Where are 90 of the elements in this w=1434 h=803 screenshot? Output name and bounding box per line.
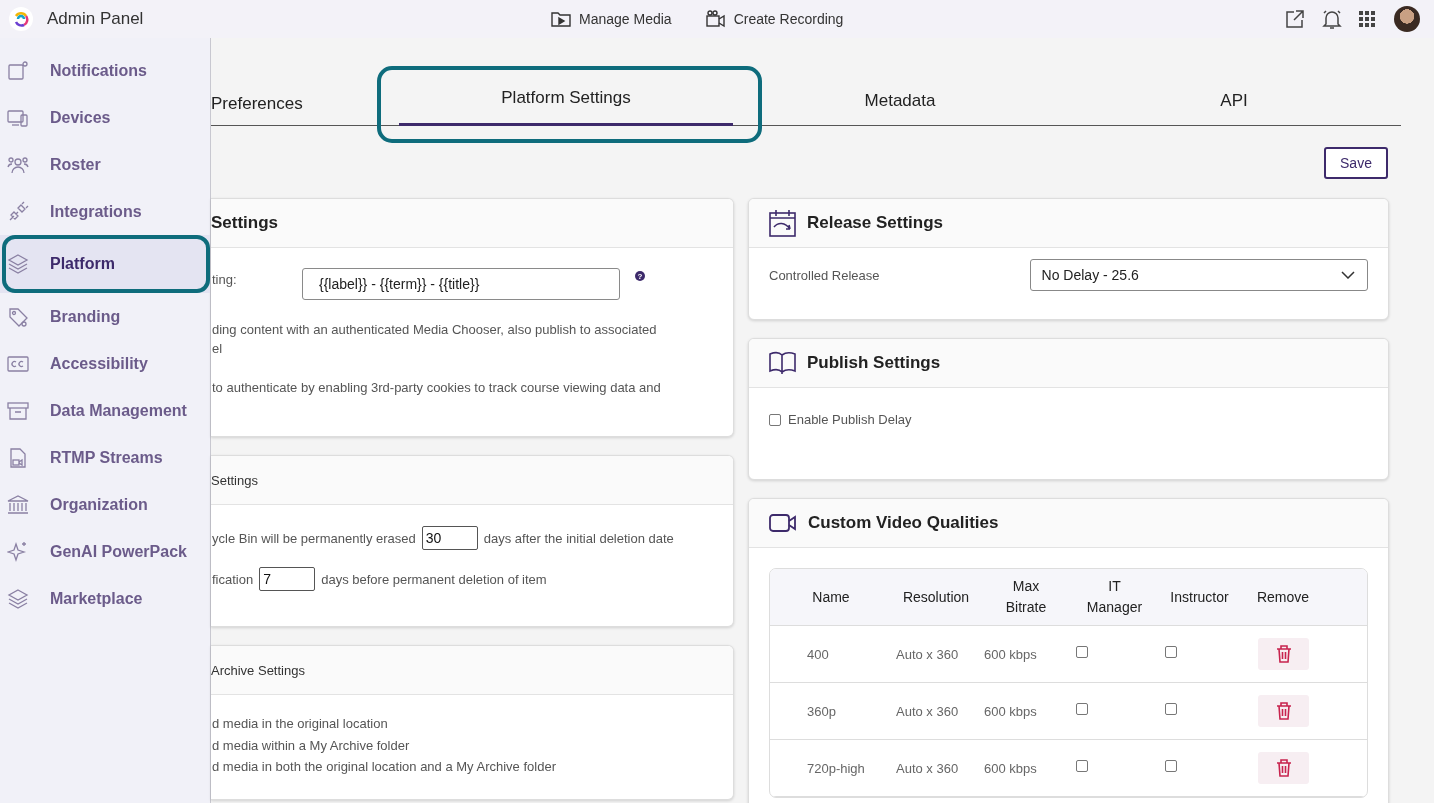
table-cell-text: 360p bbox=[806, 703, 837, 719]
layers-icon bbox=[7, 587, 29, 610]
column-header: Name bbox=[811, 587, 851, 607]
description-text: ding content with an authenticated Media Chooser, also publish to associated el bbox=[212, 321, 658, 358]
trash-icon bbox=[1275, 759, 1292, 777]
help-icon[interactable]: ? bbox=[635, 271, 645, 281]
tab[interactable]: Platform Settings bbox=[399, 80, 733, 126]
setting-text: ycle Bin will be permanently erased bbox=[212, 530, 416, 546]
chevron-down-icon bbox=[1341, 271, 1355, 279]
column-header: Max Bitrate bbox=[1004, 577, 1048, 617]
sidebar-item[interactable]: GenAI PowerPack bbox=[0, 528, 210, 575]
delete-button[interactable] bbox=[1258, 752, 1309, 784]
archive-box-icon bbox=[7, 399, 29, 422]
select-dropdown[interactable]: No Delay - 25.6 bbox=[1029, 259, 1368, 291]
sidebar-item[interactable]: Accessibility bbox=[0, 340, 210, 387]
setting-text: fication bbox=[212, 571, 254, 587]
app-title: Admin Panel bbox=[47, 9, 145, 29]
sidebar-item[interactable]: Roster bbox=[0, 141, 210, 188]
table-cell-text: 600 kbps bbox=[983, 646, 1038, 662]
table-cell-text: Auto x 360 bbox=[895, 703, 960, 719]
sidebar-item[interactable]: Branding bbox=[0, 293, 210, 340]
bank-icon bbox=[7, 493, 29, 516]
checkbox[interactable] bbox=[1076, 702, 1088, 715]
delete-button[interactable] bbox=[1258, 695, 1309, 727]
table-cell-text: 400 bbox=[806, 646, 830, 662]
file-camera-icon bbox=[7, 446, 29, 469]
checkbox[interactable] bbox=[1076, 645, 1088, 658]
layers-icon bbox=[7, 253, 29, 275]
user-avatar[interactable] bbox=[1394, 6, 1420, 32]
option-label: d media in both the original location and a My Archive folder bbox=[212, 758, 557, 776]
card-title: Publish Settings bbox=[807, 353, 941, 373]
number-field[interactable]: 7 bbox=[259, 567, 316, 591]
card-title: Settings bbox=[211, 472, 258, 488]
number-field[interactable]: 30 bbox=[421, 526, 478, 550]
video-camera-icon bbox=[769, 514, 797, 532]
card-title: Release Settings bbox=[807, 213, 944, 233]
tab[interactable]: Metadata bbox=[762, 80, 1038, 125]
sidebar-item[interactable]: Notifications bbox=[0, 47, 210, 94]
sidebar-item[interactable]: Marketplace bbox=[0, 575, 210, 622]
delete-button[interactable] bbox=[1258, 638, 1309, 670]
apps-grid-icon[interactable] bbox=[1359, 11, 1375, 27]
column-header: Remove bbox=[1255, 587, 1311, 607]
trash-icon bbox=[1275, 645, 1292, 663]
field-label: ting: bbox=[212, 271, 238, 287]
sidebar-item[interactable]: Organization bbox=[0, 481, 210, 528]
app-logo bbox=[9, 7, 33, 31]
calendar-icon bbox=[769, 209, 796, 237]
book-icon bbox=[769, 351, 796, 375]
table-cell-text: 600 kbps bbox=[983, 760, 1038, 776]
sidebar-item[interactable]: Integrations bbox=[0, 188, 210, 235]
sidebar-item[interactable]: Devices bbox=[0, 94, 210, 141]
column-header: Resolution bbox=[901, 587, 971, 607]
setting-text: days before permanent deletion of item bbox=[321, 571, 547, 587]
notification-icon bbox=[7, 59, 29, 82]
toolbar-link[interactable]: Create Recording bbox=[705, 10, 844, 28]
card-title: Settings bbox=[211, 213, 279, 233]
tab[interactable]: API bbox=[1067, 80, 1401, 125]
column-header: Instructor bbox=[1169, 587, 1230, 607]
checkbox[interactable] bbox=[1165, 702, 1177, 715]
sparkle-icon bbox=[7, 540, 29, 563]
setting-text: days after the initial deletion date bbox=[483, 530, 674, 546]
plug-icon bbox=[7, 200, 29, 223]
checkbox-label: Enable Publish Delay bbox=[788, 412, 912, 427]
external-link-icon[interactable] bbox=[1285, 9, 1305, 29]
checkbox[interactable] bbox=[769, 413, 781, 426]
column-header: IT Manager bbox=[1085, 577, 1144, 617]
checkbox[interactable] bbox=[1165, 645, 1177, 658]
option-label: d media within a My Archive folder bbox=[212, 736, 411, 755]
card-title: Archive Settings bbox=[211, 662, 305, 678]
toolbar-link[interactable]: Manage Media bbox=[551, 10, 672, 28]
description-text: to authenticate by enabling 3rd-party cookies to track course viewing data and bbox=[212, 379, 662, 397]
table-cell-text: 720p-high bbox=[806, 760, 866, 776]
trash-icon bbox=[1275, 702, 1292, 720]
table-cell-text: Auto x 360 bbox=[895, 760, 960, 776]
option-label: d media in the original location bbox=[212, 715, 389, 733]
checkbox[interactable] bbox=[1076, 759, 1088, 772]
save-button[interactable]: Save bbox=[1324, 147, 1388, 179]
table-cell-text: 600 kbps bbox=[983, 703, 1038, 719]
field-label: Controlled Release bbox=[769, 268, 881, 283]
tag-icon bbox=[7, 305, 29, 328]
card-title: Custom Video Qualities bbox=[808, 513, 999, 533]
camera-icon bbox=[705, 10, 726, 28]
table-cell-text: Auto x 360 bbox=[895, 646, 960, 662]
input-field[interactable]: {{label}} - {{term}} - {{title}} bbox=[302, 268, 620, 300]
checkbox[interactable] bbox=[1165, 759, 1177, 772]
tab[interactable]: Preferences bbox=[211, 80, 377, 125]
sidebar-item[interactable]: Data Management bbox=[0, 387, 210, 434]
media-folder-icon bbox=[551, 10, 571, 28]
sidebar-item[interactable]: RTMP Streams bbox=[0, 434, 210, 481]
bell-icon[interactable] bbox=[1322, 8, 1342, 30]
